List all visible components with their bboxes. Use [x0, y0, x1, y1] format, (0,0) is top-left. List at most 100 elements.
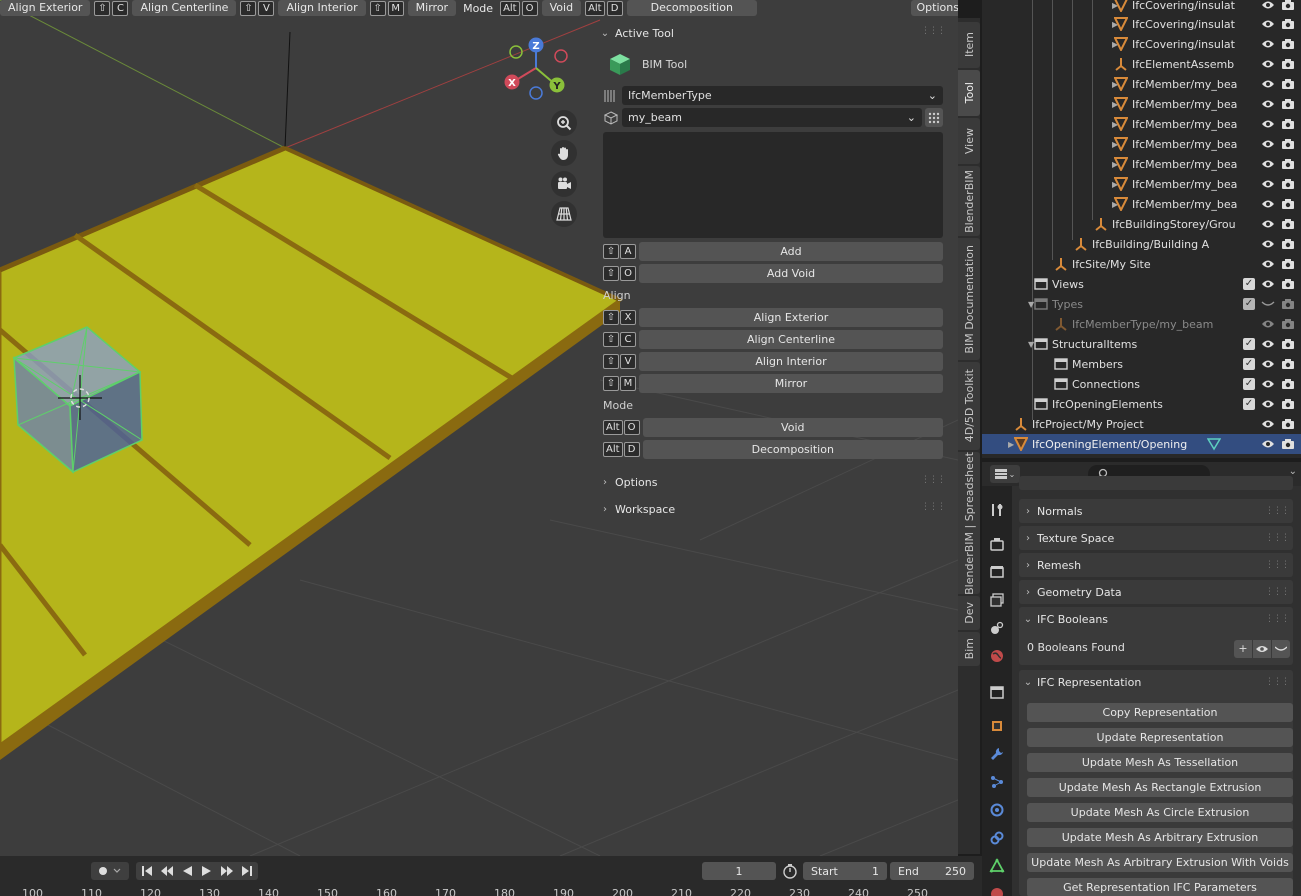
outliner-row[interactable]: IfcProject/My Project [982, 414, 1301, 434]
drag-handle-icon[interactable]: ⋮⋮⋮ [1265, 677, 1290, 687]
eye-icon[interactable] [1261, 0, 1275, 10]
render-camera-icon[interactable] [1281, 418, 1295, 430]
render-camera-icon[interactable] [1281, 198, 1295, 210]
tab-tool[interactable]: Tool [958, 70, 980, 116]
outliner-row[interactable]: ▶ IfcMember/my_bea [982, 174, 1301, 194]
eye-icon[interactable] [1261, 79, 1275, 89]
outliner-row[interactable]: IfcSite/My Site [982, 254, 1301, 274]
3d-viewport[interactable]: Z X Y Align Exterior ⇧ C Align Centerline… [0, 0, 958, 856]
eye-icon[interactable] [1261, 359, 1275, 369]
outliner-row[interactable]: ▶ IfcMember/my_bea [982, 134, 1301, 154]
eye-icon[interactable] [1261, 179, 1275, 189]
render-camera-icon[interactable] [1281, 178, 1295, 190]
show-booleans-button[interactable] [1253, 640, 1271, 658]
render-camera-icon[interactable] [1281, 158, 1295, 170]
physics-icon[interactable] [987, 800, 1007, 820]
outliner[interactable]: ▶ IfcCovering/insulat ▶ IfcCovering/insulat… [982, 0, 1301, 458]
eye-icon[interactable] [1261, 39, 1275, 49]
render-camera-icon[interactable] [1281, 138, 1295, 150]
exclude-checkbox[interactable]: ✓ [1243, 338, 1255, 350]
render-camera-icon[interactable] [1281, 238, 1295, 250]
outliner-row[interactable]: ▼ StructuralItems ✓ [982, 334, 1301, 354]
add-void-button[interactable]: Add Void [639, 264, 943, 283]
world-icon[interactable] [987, 646, 1007, 666]
mirror-button[interactable]: Mirror [407, 0, 457, 16]
align-exterior-button[interactable]: Align Exterior [0, 0, 91, 16]
render-camera-icon[interactable] [1281, 318, 1295, 330]
eye-icon[interactable] [1261, 379, 1275, 389]
eye-icon[interactable] [1261, 219, 1275, 229]
start-frame-field[interactable]: Start 1 [803, 862, 887, 880]
tab-blenderbim-spreadsheet[interactable]: BlenderBIM | Spreadsheet [958, 452, 980, 594]
hide-booleans-button[interactable] [1272, 640, 1290, 658]
render-camera-icon[interactable] [1281, 278, 1295, 290]
ifc-class-dropdown[interactable]: IfcMemberType ⌄ [622, 86, 943, 105]
outliner-row[interactable]: IfcBuilding/Building A [982, 234, 1301, 254]
object-data-mesh-icon[interactable] [987, 856, 1007, 876]
eye-icon[interactable] [1261, 139, 1275, 149]
void-mode-button[interactable]: Void [642, 418, 943, 437]
update-mesh-rectangle-extrusion-button[interactable]: Update Mesh As Rectangle Extrusion [1027, 778, 1293, 797]
tab-view[interactable]: View [958, 118, 980, 164]
previous-keyframe-icon[interactable] [160, 865, 174, 877]
outliner-row[interactable]: ▶ IfcMember/my_bea [982, 114, 1301, 134]
eye-icon[interactable] [1261, 59, 1275, 69]
eye-icon[interactable] [1261, 19, 1275, 29]
render-camera-icon[interactable] [1281, 0, 1295, 11]
outliner-row[interactable]: ▶ IfcMember/my_bea [982, 194, 1301, 214]
drag-handle-icon[interactable]: ⋮⋮⋮ [1265, 533, 1290, 543]
outliner-row[interactable]: IfcMemberType/my_beam [982, 314, 1301, 334]
options-dropdown[interactable]: Options ▾ [910, 0, 958, 16]
render-camera-icon[interactable] [1281, 58, 1295, 70]
material-icon[interactable] [987, 882, 1007, 896]
eye-closed-icon[interactable] [1261, 299, 1275, 309]
tab-blenderbim[interactable]: BlenderBIM [958, 166, 980, 236]
current-frame-field[interactable]: 1 [702, 862, 776, 880]
outliner-row[interactable]: Members ✓ [982, 354, 1301, 374]
output-icon[interactable] [987, 562, 1007, 582]
scene-icon[interactable] [987, 618, 1007, 638]
exclude-checkbox[interactable]: ✓ [1243, 278, 1255, 290]
outliner-row[interactable]: ▶ IfcCovering/insulat [982, 34, 1301, 54]
stopwatch-icon[interactable] [782, 863, 798, 882]
render-icon[interactable] [987, 534, 1007, 554]
eye-icon[interactable] [1261, 199, 1275, 209]
outliner-row[interactable]: ▶ IfcMember/my_bea [982, 94, 1301, 114]
render-camera-icon[interactable] [1281, 118, 1295, 130]
active-tool-header[interactable]: ⌄ Active Tool [595, 22, 674, 44]
exclude-checkbox[interactable]: ✓ [1243, 398, 1255, 410]
outliner-row[interactable]: IfcBuildingStorey/Grou [982, 214, 1301, 234]
end-frame-field[interactable]: End 250 [890, 862, 974, 880]
jump-start-icon[interactable] [140, 865, 154, 877]
decomposition-button[interactable]: Decomposition [626, 0, 757, 16]
zoom-icon[interactable] [551, 110, 577, 136]
editor-type-dropdown[interactable]: ⌄ [990, 465, 1020, 483]
next-keyframe-icon[interactable] [220, 865, 234, 877]
align-centerline-panel-button[interactable]: Align Centerline [639, 330, 943, 349]
options-subpanel-header[interactable]: › Options [595, 471, 657, 493]
align-exterior-panel-button[interactable]: Align Exterior [639, 308, 943, 327]
outliner-row[interactable]: ▶ IfcCovering/insulat [982, 0, 1301, 15]
grid-browser-button[interactable] [925, 108, 943, 127]
render-camera-icon[interactable] [1281, 98, 1295, 110]
render-camera-icon[interactable] [1281, 358, 1295, 370]
exclude-checkbox[interactable]: ✓ [1243, 298, 1255, 310]
tab-bim[interactable]: Bim [958, 632, 980, 666]
void-button[interactable]: Void [541, 0, 582, 16]
collection-icon[interactable] [987, 682, 1007, 702]
align-interior-panel-button[interactable]: Align Interior [639, 352, 943, 371]
timeline[interactable]: 1 Start 1 End 250 100 110 120 130 140 150 160 170… [0, 856, 982, 896]
align-interior-button[interactable]: Align Interior [278, 0, 366, 16]
render-camera-icon[interactable] [1281, 338, 1295, 350]
outliner-row[interactable]: ▶ IfcMember/my_bea [982, 74, 1301, 94]
outliner-row[interactable]: ▶ IfcMember/my_bea [982, 154, 1301, 174]
drag-handle-icon[interactable]: ⋮⋮⋮ [921, 26, 946, 36]
play-icon[interactable] [200, 865, 214, 877]
eye-icon[interactable] [1261, 319, 1275, 329]
render-camera-icon[interactable] [1281, 218, 1295, 230]
keyframe-record-button[interactable] [91, 862, 129, 880]
align-centerline-button[interactable]: Align Centerline [132, 0, 237, 16]
render-camera-icon[interactable] [1281, 378, 1295, 390]
remesh-section[interactable]: › Remesh ⋮⋮⋮ [1019, 553, 1293, 577]
properties-editor[interactable]: ⌄ ⌄ › Normals ⋮⋮⋮ › Texture Space ⋮⋮⋮ › … [982, 462, 1301, 896]
